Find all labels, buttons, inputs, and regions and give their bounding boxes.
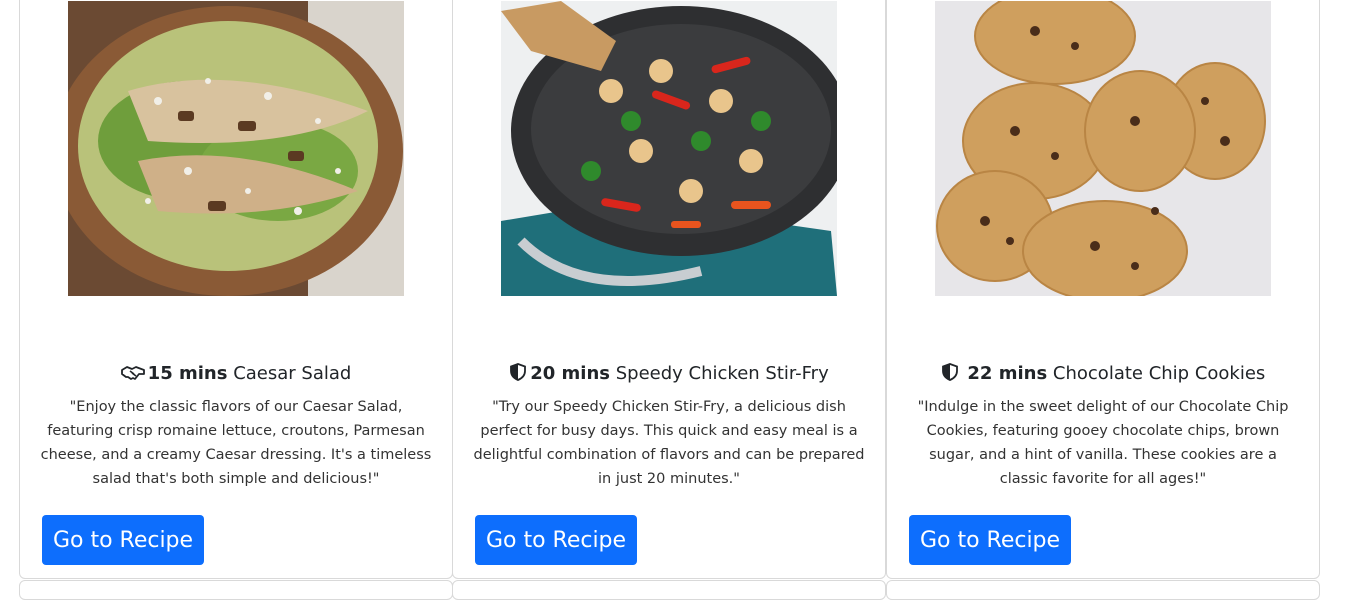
recipe-title: 15 mins Caesar Salad xyxy=(20,363,452,387)
recipe-name: Chocolate Chip Cookies xyxy=(1052,363,1266,384)
recipe-time: 20 mins xyxy=(530,363,611,384)
recipe-time: 22 mins xyxy=(967,363,1048,384)
recipe-name: Caesar Salad xyxy=(233,363,352,384)
recipe-card-row: 15 mins Caesar Salad "Enjoy the classic … xyxy=(19,0,1320,600)
shield-half-icon xyxy=(941,363,959,387)
recipe-card: 20 mins Speedy Chicken Stir-Fry "Try our… xyxy=(452,0,886,579)
recipe-title: 20 mins Speedy Chicken Stir-Fry xyxy=(453,363,885,387)
recipe-image-caesar-salad xyxy=(68,1,404,296)
recipe-card: 22 mins Chocolate Chip Cookies "Indulge … xyxy=(886,0,1320,579)
go-to-recipe-button[interactable]: Go to Recipe xyxy=(475,515,637,565)
recipe-card xyxy=(452,580,886,600)
recipe-card xyxy=(886,580,1320,600)
recipe-description: "Try our Speedy Chicken Stir-Fry, a deli… xyxy=(473,399,865,487)
go-to-recipe-button[interactable]: Go to Recipe xyxy=(42,515,204,565)
recipe-image-chocolate-chip-cookies xyxy=(935,1,1271,296)
recipe-title: 22 mins Chocolate Chip Cookies xyxy=(887,363,1319,387)
recipe-image-chicken-stir-fry xyxy=(501,1,837,296)
recipe-time: 15 mins xyxy=(147,363,228,384)
shield-half-icon xyxy=(509,363,527,387)
recipe-description: "Enjoy the classic flavors of our Caesar… xyxy=(40,399,432,487)
recipe-card xyxy=(19,580,453,600)
go-to-recipe-button[interactable]: Go to Recipe xyxy=(909,515,1071,565)
recipe-name: Speedy Chicken Stir-Fry xyxy=(615,363,829,384)
recipe-description: "Indulge in the sweet delight of our Cho… xyxy=(917,399,1289,487)
handshake-icon xyxy=(120,365,145,387)
recipe-card: 15 mins Caesar Salad "Enjoy the classic … xyxy=(19,0,453,579)
